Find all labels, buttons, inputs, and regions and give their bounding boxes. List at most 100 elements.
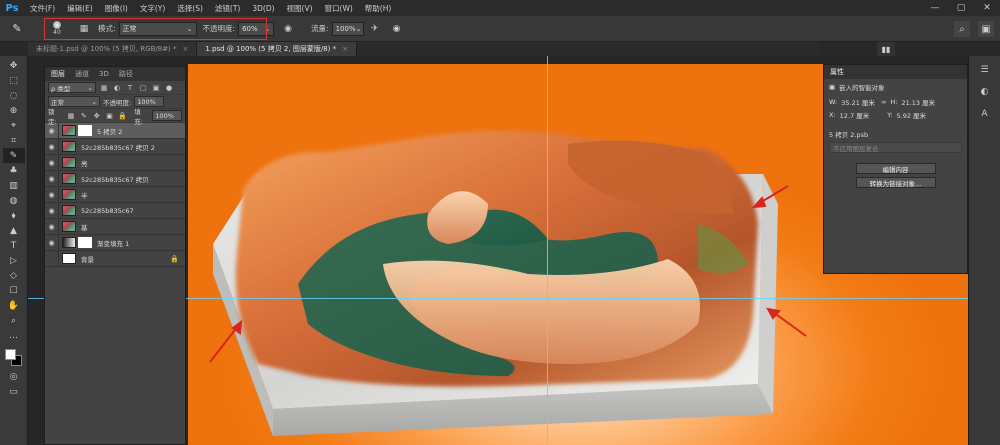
tab-untitled[interactable]: 未标题-1.psd @ 100% (5 拷贝, RGB/8#) * ×	[28, 42, 198, 56]
tab-3d[interactable]: 3D	[99, 70, 109, 78]
adjustment-filter-icon[interactable]: ◐	[112, 83, 122, 93]
menu-edit[interactable]: 编辑(E)	[61, 3, 99, 14]
menu-file[interactable]: 文件(F)	[24, 3, 61, 14]
menu-filter[interactable]: 滤镜(T)	[209, 3, 246, 14]
smart-filter-icon[interactable]: ▣	[151, 83, 161, 93]
eye-icon[interactable]: ◉	[45, 138, 59, 155]
tab-channels[interactable]: 通道	[75, 69, 89, 79]
filter-toggle-icon[interactable]: ●	[164, 83, 174, 93]
character-dock-icon[interactable]: A	[976, 106, 994, 122]
lock-position-icon[interactable]: ✥	[92, 111, 102, 121]
marquee-tool-icon[interactable]: ⬚	[3, 73, 25, 88]
type-filter-icon[interactable]: T	[125, 83, 135, 93]
properties-dock-icon[interactable]: ☰	[976, 62, 994, 78]
eye-icon[interactable]: ◉	[45, 170, 59, 187]
layer-mask-thumbnail[interactable]	[78, 237, 92, 248]
minimize-button[interactable]: —	[922, 0, 948, 16]
layer-row[interactable]: ◉ 渐变填充 1	[45, 234, 185, 251]
tab-1-psd[interactable]: 1.psd @ 100% (5 拷贝 2, 图层蒙版/8) * ×	[197, 42, 357, 56]
lock-paint-icon[interactable]: ✎	[79, 111, 89, 121]
menu-3d[interactable]: 3D(D)	[246, 4, 280, 13]
layer-row[interactable]: ◉ 52c285b835c67	[45, 202, 185, 219]
hand-tool-icon[interactable]: ✋	[3, 298, 25, 313]
airbrush-icon[interactable]: ✈	[367, 21, 383, 37]
pixel-filter-icon[interactable]: ▦	[99, 83, 109, 93]
color-swatches[interactable]	[3, 347, 25, 369]
menu-type[interactable]: 文字(Y)	[134, 3, 171, 14]
eye-icon[interactable]	[45, 250, 59, 267]
layer-row[interactable]: ◉ 52c285b835c67 拷贝	[45, 170, 185, 187]
h-value[interactable]: 21.13 厘米	[901, 97, 935, 107]
panel-dock-icon[interactable]: ▮▮	[877, 42, 895, 56]
layer-mask-thumbnail[interactable]	[78, 125, 92, 136]
layer-row[interactable]: ◉ 52c285b835c67 拷贝 2	[45, 138, 185, 155]
history-brush-tool-icon[interactable]: ▥	[3, 178, 25, 193]
edit-contents-button[interactable]: 编辑内容	[855, 163, 936, 174]
tab-layers[interactable]: 图层	[51, 69, 65, 79]
menu-image[interactable]: 图像(I)	[99, 3, 134, 14]
eyedropper-tool-icon[interactable]: ⌗	[3, 133, 25, 148]
path-select-tool-icon[interactable]: ▷	[3, 253, 25, 268]
layer-row[interactable]: ◉ 亮	[45, 154, 185, 171]
eraser-tool-icon[interactable]: ◍	[3, 193, 25, 208]
eye-icon[interactable]: ◉	[45, 202, 59, 219]
screen-mode-icon[interactable]: ▭	[3, 384, 25, 399]
adjustments-dock-icon[interactable]: ◐	[976, 84, 994, 100]
brush-tool-icon[interactable]: ✎	[2, 148, 25, 163]
lock-artboard-icon[interactable]: ▣	[105, 111, 115, 121]
flow-input[interactable]: 100% ⌄	[331, 21, 364, 36]
layer-row[interactable]: 背景 🔒	[45, 250, 185, 267]
crop-tool-icon[interactable]: ⌖	[3, 118, 25, 133]
tab-paths[interactable]: 路径	[119, 69, 133, 79]
layer-comp-select[interactable]: 不应用图层复合	[829, 142, 962, 153]
pressure-size-icon[interactable]: ◉	[389, 21, 405, 37]
stamp-tool-icon[interactable]: ♣	[3, 163, 25, 178]
pen-tool-icon[interactable]: ◇	[3, 268, 25, 283]
shape-tool-icon[interactable]: ☐	[3, 283, 25, 298]
lock-all-icon[interactable]: 🔒	[117, 111, 127, 121]
highlight-box	[44, 18, 267, 40]
menu-window[interactable]: 窗口(W)	[319, 3, 359, 14]
close-icon[interactable]: ×	[342, 45, 348, 53]
vertical-guide[interactable]	[547, 56, 548, 445]
quick-select-tool-icon[interactable]: ⊕	[3, 103, 25, 118]
pressure-opacity-icon[interactable]: ◉	[280, 21, 296, 37]
layers-panel: 图层 通道 3D 路径 ρ 类型 ⌄ ▦ ◐ T ▢ ▣ ● 正常 ⌄ 不透明度…	[44, 66, 186, 445]
layer-row[interactable]: ◉ 5 拷贝 2	[45, 122, 185, 139]
eye-icon[interactable]: ◉	[45, 218, 59, 235]
search-icon[interactable]: ⌕	[954, 21, 970, 37]
eye-icon[interactable]: ◉	[45, 122, 59, 139]
x-value[interactable]: 12.7 厘米	[840, 110, 870, 120]
layer-row[interactable]: ◉ 半	[45, 186, 185, 203]
brush-tool-icon[interactable]: ✎	[6, 19, 28, 39]
eye-icon[interactable]: ◉	[45, 186, 59, 203]
layer-row[interactable]: ◉ 基	[45, 218, 185, 235]
w-value[interactable]: 35.21 厘米	[841, 97, 875, 107]
layer-filter-select[interactable]: ρ 类型 ⌄	[48, 82, 96, 93]
eye-icon[interactable]: ◉	[45, 154, 59, 171]
eye-icon[interactable]: ◉	[45, 234, 59, 251]
y-value[interactable]: 5.92 厘米	[897, 110, 927, 120]
shape-filter-icon[interactable]: ▢	[138, 83, 148, 93]
maximize-button[interactable]: ▢	[948, 0, 974, 16]
layer-thumbnail	[62, 173, 76, 184]
more-tools-icon[interactable]: …	[3, 328, 25, 343]
close-icon[interactable]: ×	[183, 45, 189, 53]
gradient-tool-icon[interactable]: ⬧	[3, 208, 25, 223]
link-icon[interactable]: ∞	[881, 98, 886, 106]
move-tool-icon[interactable]: ✥	[3, 58, 25, 73]
lock-pixels-icon[interactable]: ▦	[66, 111, 76, 121]
quick-mask-icon[interactable]: ◎	[3, 369, 25, 384]
menu-select[interactable]: 选择(S)	[171, 3, 209, 14]
menu-help[interactable]: 帮助(H)	[359, 3, 398, 14]
foreground-color-swatch[interactable]	[4, 349, 16, 360]
lasso-tool-icon[interactable]: ◌	[3, 88, 25, 103]
type-tool-icon[interactable]: T	[3, 238, 25, 253]
zoom-tool-icon[interactable]: ⌕	[3, 313, 25, 328]
fill-input[interactable]: 100%	[152, 110, 182, 121]
menu-view[interactable]: 视图(V)	[281, 3, 319, 14]
close-window-button[interactable]: ✕	[974, 0, 1000, 16]
dodge-tool-icon[interactable]: ▲	[3, 223, 25, 238]
workspace-icon[interactable]: ▣	[978, 21, 994, 37]
convert-to-linked-button[interactable]: 转换为链接对象...	[855, 177, 936, 188]
